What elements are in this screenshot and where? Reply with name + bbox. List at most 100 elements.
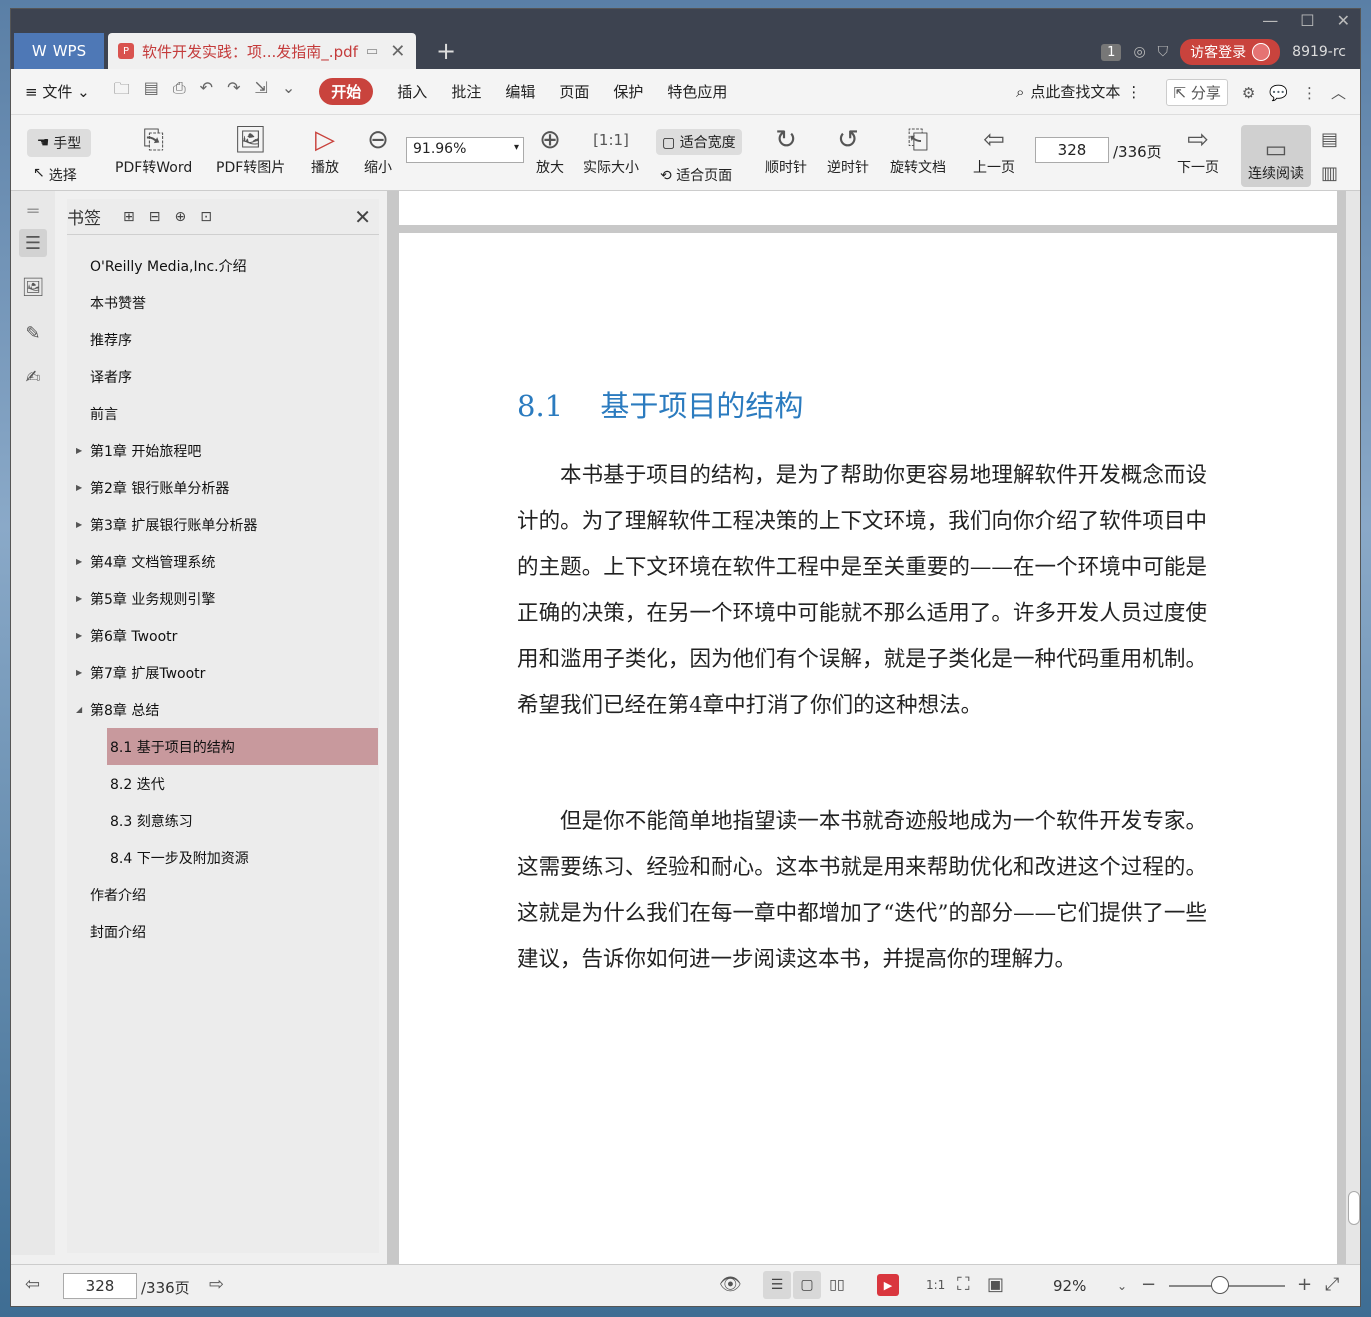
zoom-dropdown-icon[interactable]: ⌄ <box>1117 1279 1127 1293</box>
vertical-scrollbar[interactable] <box>1346 191 1360 1264</box>
rotate-document-button[interactable]: ⎗ 旋转文档 <box>890 123 946 177</box>
expand-arrow-icon[interactable]: ▶ <box>76 557 82 566</box>
add-bookmark-icon[interactable]: ⊕ <box>174 209 186 225</box>
tab-protect[interactable]: 保护 <box>613 81 643 102</box>
comment-icon[interactable]: 💬 <box>1269 84 1288 102</box>
close-panel-icon[interactable]: ✕ <box>354 205 371 229</box>
rotate-counterclockwise-button[interactable]: ↺ 逆时针 <box>827 123 869 177</box>
drag-handle-icon[interactable]: ═ <box>19 197 47 225</box>
select-tool-button[interactable]: ↖ 选择 <box>33 165 77 185</box>
continuous-view-icon[interactable]: ☰ <box>763 1271 791 1299</box>
actual-size-status-icon[interactable]: 1:1 <box>926 1278 945 1292</box>
dual-page-icon[interactable]: ▥ <box>1321 163 1338 184</box>
minimize-icon[interactable]: — <box>1262 11 1278 30</box>
zoom-level[interactable]: 92% <box>1053 1277 1086 1295</box>
expand-arrow-icon[interactable]: ▶ <box>76 668 82 677</box>
tab-start[interactable]: 开始 <box>319 78 374 105</box>
zoom-plus-icon[interactable]: + <box>1297 1274 1312 1295</box>
find-text[interactable]: ⌕ 点此查找文本 ⋮ <box>1016 81 1141 102</box>
close-tab-icon[interactable]: ✕ <box>390 41 405 62</box>
wps-home-tab[interactable]: W WPS <box>14 33 104 69</box>
scroll-thumb[interactable] <box>1348 1191 1360 1225</box>
share-button[interactable]: ⇱ 分享 <box>1166 79 1228 106</box>
bookmark-panel-icon[interactable]: ☰ <box>19 229 47 257</box>
more-vertical-icon[interactable]: ⋮ <box>1126 83 1141 101</box>
undo-icon[interactable]: ↶ <box>200 78 213 105</box>
tab-page[interactable]: 页面 <box>559 81 589 102</box>
window-count-badge[interactable]: 1 <box>1101 43 1122 61</box>
bookmark-item[interactable]: ▶ 第3章 扩展银行账单分析器 <box>67 506 379 543</box>
bookmark-item[interactable]: ▶ 第7章 扩展Twootr <box>67 654 379 691</box>
prev-page-arrow-icon[interactable]: ⇦ <box>25 1274 40 1295</box>
play-button[interactable]: ▷ 播放 <box>311 123 339 177</box>
signature-icon[interactable]: ✍ <box>19 363 47 391</box>
expand-arrow-icon[interactable]: ▶ <box>76 520 82 529</box>
collapse-all-icon[interactable]: ⊟ <box>149 209 161 225</box>
expand-arrow-icon[interactable]: ▶ <box>76 594 82 603</box>
bookmark-item[interactable]: ▶ 第2章 银行账单分析器 <box>67 469 379 506</box>
next-page-arrow-icon[interactable]: ⇨ <box>209 1274 224 1295</box>
open-folder-icon[interactable]: 🗀 <box>114 78 130 105</box>
bookmark-item[interactable]: ▶ 第1章 开始旅程吧 <box>67 432 379 469</box>
fullscreen-icon[interactable]: ⤢ <box>1325 1274 1339 1295</box>
hand-tool-button[interactable]: ☚ 手型 <box>27 129 91 157</box>
document-view[interactable]: 8.1 基于项目的结构 本书基于项目的结构，是为了帮助你更容易地理解软件开发概念… <box>387 191 1360 1264</box>
bookmark-item[interactable]: 译者序 <box>67 358 379 395</box>
single-page-icon[interactable]: ▤ <box>1321 129 1338 150</box>
thumbnail-icon[interactable]: 🖼 <box>19 273 47 301</box>
expand-arrow-icon[interactable]: ▶ <box>76 446 82 455</box>
fit-width-button[interactable]: ▢ 适合宽度 <box>656 129 742 155</box>
zoom-minus-icon[interactable]: − <box>1141 1274 1156 1295</box>
more-dropdown-icon[interactable]: ⌄ <box>282 78 295 105</box>
bookmark-item-selected[interactable]: 8.1 基于项目的结构 <box>107 728 378 765</box>
continuous-reading-button[interactable]: ▭ 连续阅读 <box>1241 125 1311 187</box>
expand-all-icon[interactable]: ⊞ <box>123 209 135 225</box>
tab-edit[interactable]: 编辑 <box>505 81 535 102</box>
tab-insert[interactable]: 插入 <box>397 81 427 102</box>
zoom-in-button[interactable]: ⊕ 放大 <box>536 123 564 177</box>
bookmark-item[interactable]: 作者介绍 <box>67 876 379 913</box>
bookmark-item[interactable]: ▶ 第6章 Twootr <box>67 617 379 654</box>
bookmark-item[interactable]: ▶ 第4章 文档管理系统 <box>67 543 379 580</box>
tab-annotate[interactable]: 批注 <box>451 81 481 102</box>
login-button[interactable]: 访客登录 <box>1180 39 1281 65</box>
maximize-icon[interactable]: ☐ <box>1300 11 1314 30</box>
fit-page-button[interactable]: ⟲ 适合页面 <box>660 165 732 185</box>
bookmark-item[interactable]: 本书赞誉 <box>67 284 379 321</box>
slideshow-icon[interactable]: ▶ <box>877 1274 899 1296</box>
monitor-icon[interactable]: ▭ <box>366 44 378 59</box>
bookmark-options-icon[interactable]: ⊡ <box>200 209 212 225</box>
annotation-icon[interactable]: ✎ <box>19 319 47 347</box>
redo-icon[interactable]: ↷ <box>227 78 240 105</box>
print-icon[interactable]: ⎙ <box>173 78 186 105</box>
bookmark-item[interactable]: 8.4 下一步及附加资源 <box>67 839 379 876</box>
bookmark-item[interactable]: 8.2 迭代 <box>67 765 379 802</box>
expand-arrow-icon[interactable]: ▶ <box>76 483 82 492</box>
export-icon[interactable]: ⇲ <box>254 78 267 105</box>
expand-arrow-icon[interactable]: ▶ <box>76 631 82 640</box>
more-options-icon[interactable]: ⋮ <box>1302 84 1317 102</box>
page-number-input[interactable]: 328 <box>1035 137 1109 163</box>
eye-icon[interactable]: 👁 <box>719 1274 742 1295</box>
zoom-select[interactable]: 91.96% ▾ <box>406 137 524 163</box>
bookmark-item[interactable]: 前言 <box>67 395 379 432</box>
previous-page-button[interactable]: ⇦ 上一页 <box>973 123 1015 177</box>
fit-page-status-icon[interactable]: ⛶ <box>957 1274 970 1295</box>
zoom-slider-knob[interactable] <box>1211 1276 1229 1294</box>
pdf-to-image-button[interactable]: 🖼 PDF转图片 <box>216 123 285 177</box>
bookmark-item[interactable]: 封面介绍 <box>67 913 379 950</box>
next-page-button[interactable]: ⇨ 下一页 <box>1177 123 1219 177</box>
skin-icon[interactable]: ◎ <box>1133 44 1145 60</box>
bookmark-item[interactable]: 8.3 刻意练习 <box>67 802 379 839</box>
settings-icon[interactable]: ⚙ <box>1242 84 1255 102</box>
shirt-icon[interactable]: ⛉ <box>1158 44 1169 60</box>
bookmark-item[interactable]: 推荐序 <box>67 321 379 358</box>
dual-page-view-icon[interactable]: ▯▯ <box>823 1271 851 1299</box>
collapse-arrow-icon[interactable]: ◢ <box>76 705 82 714</box>
bookmark-item[interactable]: ▶ 第5章 业务规则引擎 <box>67 580 379 617</box>
file-menu[interactable]: ≡ 文件 ⌄ <box>25 81 90 102</box>
single-page-view-icon[interactable]: ▢ <box>793 1271 821 1299</box>
actual-size-button[interactable]: [1:1] 实际大小 <box>583 123 639 177</box>
document-tab[interactable]: P 软件开发实践：项...发指南_.pdf ▭ ✕ <box>108 33 416 69</box>
fit-width-status-icon[interactable]: ▣ <box>987 1274 1004 1295</box>
